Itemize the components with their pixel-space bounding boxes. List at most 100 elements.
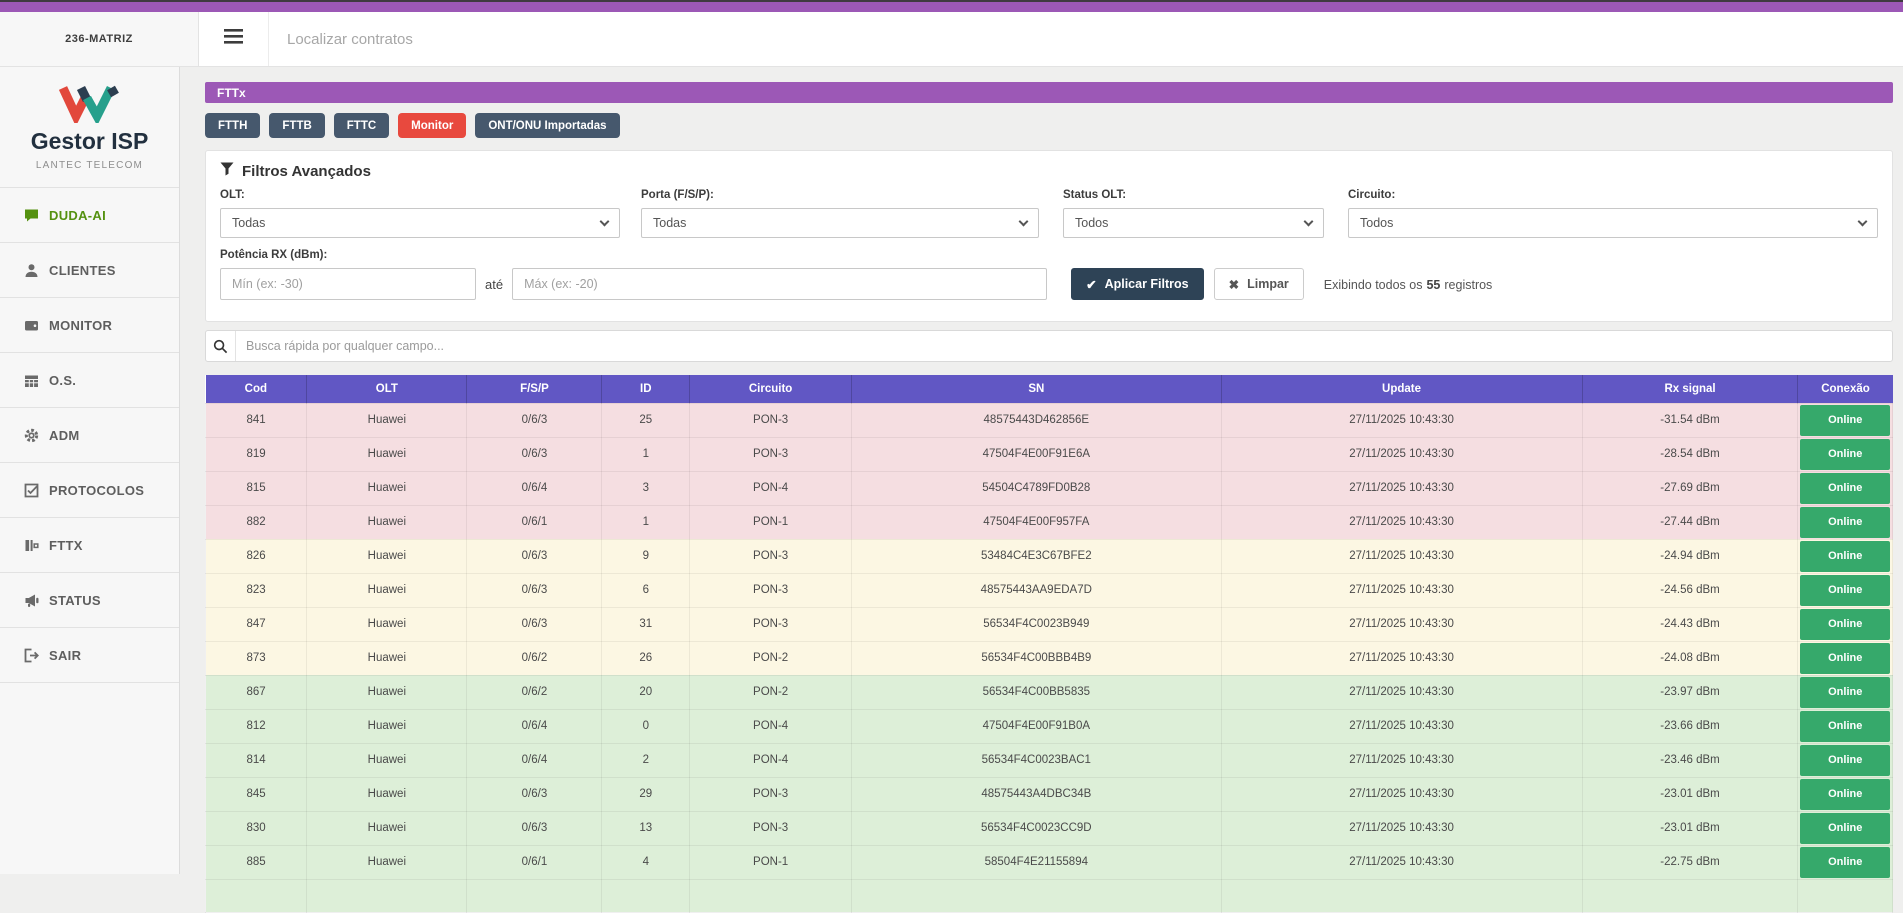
check-icon: ✔: [1086, 277, 1097, 292]
cell-update: 27/11/2025 10:43:30: [1220, 776, 1583, 812]
logout-icon: [23, 648, 39, 663]
cell-fsp: 0/6/3: [466, 572, 603, 608]
sidebar-item-label: MONITOR: [49, 317, 113, 333]
cell-sn: 56534F4C0023CC9D: [851, 810, 1222, 846]
cell-cod: 823: [204, 572, 308, 608]
cell-fsp: [466, 878, 603, 913]
olt-select[interactable]: Todas: [220, 208, 620, 238]
table-row: 814 Huawei 0/6/4 2 PON-4 56534F4C0023BAC1 27/1…: [204, 742, 1893, 778]
table-row: 830 Huawei 0/6/3 13 PON-3 56534F4C0023CC9D 27/…: [204, 810, 1893, 846]
cell-sn: 47504F4E00F91E6A: [851, 436, 1222, 472]
tab-monitor[interactable]: Monitor: [398, 113, 467, 138]
cell-cod: 873: [204, 640, 308, 676]
cell-rx: -24.43 dBm: [1581, 606, 1799, 642]
cell-update: 27/11/2025 10:43:30: [1220, 538, 1583, 574]
clear-icon: ✖: [1228, 277, 1240, 292]
tabs-row: FTTH FTTB FTTC Monitor ONT/ONU Importada…: [205, 113, 1893, 138]
sidebar-item-label: CLIENTES: [49, 262, 116, 278]
protocols-icon: [23, 483, 39, 498]
cell-conexao: Online: [1797, 776, 1893, 812]
quick-search-bar: [205, 330, 1893, 362]
status-olt-select[interactable]: Todos: [1063, 208, 1324, 238]
status-badge: Online: [1800, 574, 1890, 606]
cell-circuito: PON-4: [689, 470, 853, 506]
cell-circuito: [689, 878, 853, 913]
quick-search-input[interactable]: [236, 338, 1892, 354]
column-header: ID: [601, 375, 690, 403]
sidebar-item-duda-ai[interactable]: DUDA-AI: [0, 188, 179, 243]
cell-id: 25: [601, 402, 691, 438]
tab-fttc[interactable]: FTTC: [333, 113, 390, 138]
cell-fsp: 0/6/2: [466, 674, 603, 710]
cell-cod: [204, 878, 308, 913]
advanced-filters-panel: Filtros Avançados OLT: Todas Porta (F/S/…: [205, 150, 1893, 322]
column-header: Conexão: [1797, 375, 1893, 403]
sidebar-item-label: STATUS: [49, 592, 101, 608]
apply-filters-button[interactable]: ✔ Aplicar Filtros: [1071, 268, 1204, 300]
sidebar-item-status[interactable]: STATUS: [0, 573, 179, 628]
table-row: 873 Huawei 0/6/2 26 PON-2 56534F4C00BBB4B9 27/…: [204, 640, 1893, 676]
table-row: 815 Huawei 0/6/4 3 PON-4 54504C4789FD0B28 27/1…: [204, 470, 1893, 506]
cell-cod: 814: [204, 742, 308, 778]
cell-id: 0: [601, 708, 691, 744]
tab-fttb[interactable]: FTTB: [269, 113, 325, 138]
contracts-search-input[interactable]: [269, 12, 1903, 66]
cell-id: 2: [601, 742, 691, 778]
table-row: 823 Huawei 0/6/3 6 PON-3 48575443AA9EDA7D 27/1…: [204, 572, 1893, 608]
cell-id: 13: [601, 810, 691, 846]
sidebar-item-label: ADM: [49, 427, 80, 443]
sidebar-item-label: FTTX: [49, 537, 83, 553]
menu-toggle-button[interactable]: [199, 12, 269, 66]
filter-group-olt: OLT: Todas: [220, 189, 620, 238]
records-count: 55: [1426, 278, 1441, 292]
cell-sn: 56534F4C00BB5835: [851, 674, 1222, 710]
cell-rx: -27.69 dBm: [1581, 470, 1799, 506]
cell-cod: 845: [204, 776, 308, 812]
workspace-label: 236-MATRIZ: [0, 12, 199, 66]
cell-update: 27/11/2025 10:43:30: [1220, 572, 1583, 608]
cell-circuito: PON-4: [689, 742, 853, 778]
porta-select[interactable]: Todas: [641, 208, 1039, 238]
chevron-down-icon: [1303, 216, 1314, 226]
sidebar-item-clientes[interactable]: CLIENTES: [0, 243, 179, 298]
cell-cod: 882: [204, 504, 308, 540]
records-count-text: Exibindo todos os 55 registros: [1323, 278, 1493, 292]
sidebar-item-fttx[interactable]: FTTX: [0, 518, 179, 573]
cell-circuito: PON-2: [689, 640, 853, 676]
tab-ftth[interactable]: FTTH: [205, 113, 261, 138]
cell-fsp: 0/6/2: [466, 640, 603, 676]
sidebar-item-protocolos[interactable]: PROTOCOLOS: [0, 463, 179, 518]
sidebar-item-os[interactable]: O.S.: [0, 353, 179, 408]
cell-fsp: 0/6/4: [466, 470, 603, 506]
cell-sn: 54504C4789FD0B28: [851, 470, 1222, 506]
sidebar-item-monitor[interactable]: MONITOR: [0, 298, 179, 353]
cell-conexao: Online: [1797, 470, 1893, 506]
rx-min-input[interactable]: [220, 268, 476, 300]
cell-olt: Huawei: [306, 504, 468, 540]
table-row: 841 Huawei 0/6/3 25 PON-3 48575443D462856E 27/…: [204, 402, 1893, 438]
circuito-select[interactable]: Todos: [1348, 208, 1878, 238]
table-row: 867 Huawei 0/6/2 20 PON-2 56534F4C00BB5835 27/…: [204, 674, 1893, 710]
cell-conexao: Online: [1797, 640, 1893, 676]
chevron-down-icon: [1018, 216, 1029, 226]
gear-icon: [23, 428, 39, 443]
cell-sn: 56534F4C0023B949: [851, 606, 1222, 642]
cell-update: 27/11/2025 10:43:30: [1220, 606, 1583, 642]
filter-row-potencia: Potência RX (dBm): até ✔ Aplicar Filtros…: [220, 249, 1878, 300]
filter-group-porta: Porta (F/S/P): Todas: [641, 189, 1039, 238]
rx-max-input[interactable]: [512, 268, 1048, 300]
cell-fsp: 0/6/3: [466, 436, 603, 472]
tab-ont-onu-importadas[interactable]: ONT/ONU Importadas: [475, 113, 620, 138]
cell-olt: Huawei: [306, 742, 468, 778]
sidebar-item-label: O.S.: [49, 372, 77, 388]
sidebar-item-sair[interactable]: SAIR: [0, 628, 179, 683]
filters-title: Filtros Avançados: [220, 162, 1878, 180]
filter-label: Potência RX (dBm):: [220, 249, 328, 261]
sidebar-item-label: DUDA-AI: [49, 207, 106, 223]
cell-sn: 48575443A4DBC34B: [851, 776, 1222, 812]
sidebar-item-adm[interactable]: ADM: [0, 408, 179, 463]
cell-olt: Huawei: [306, 810, 468, 846]
fttx-icon: [23, 538, 39, 553]
clear-filters-button[interactable]: ✖ Limpar: [1213, 268, 1304, 300]
cell-olt: Huawei: [306, 538, 468, 574]
